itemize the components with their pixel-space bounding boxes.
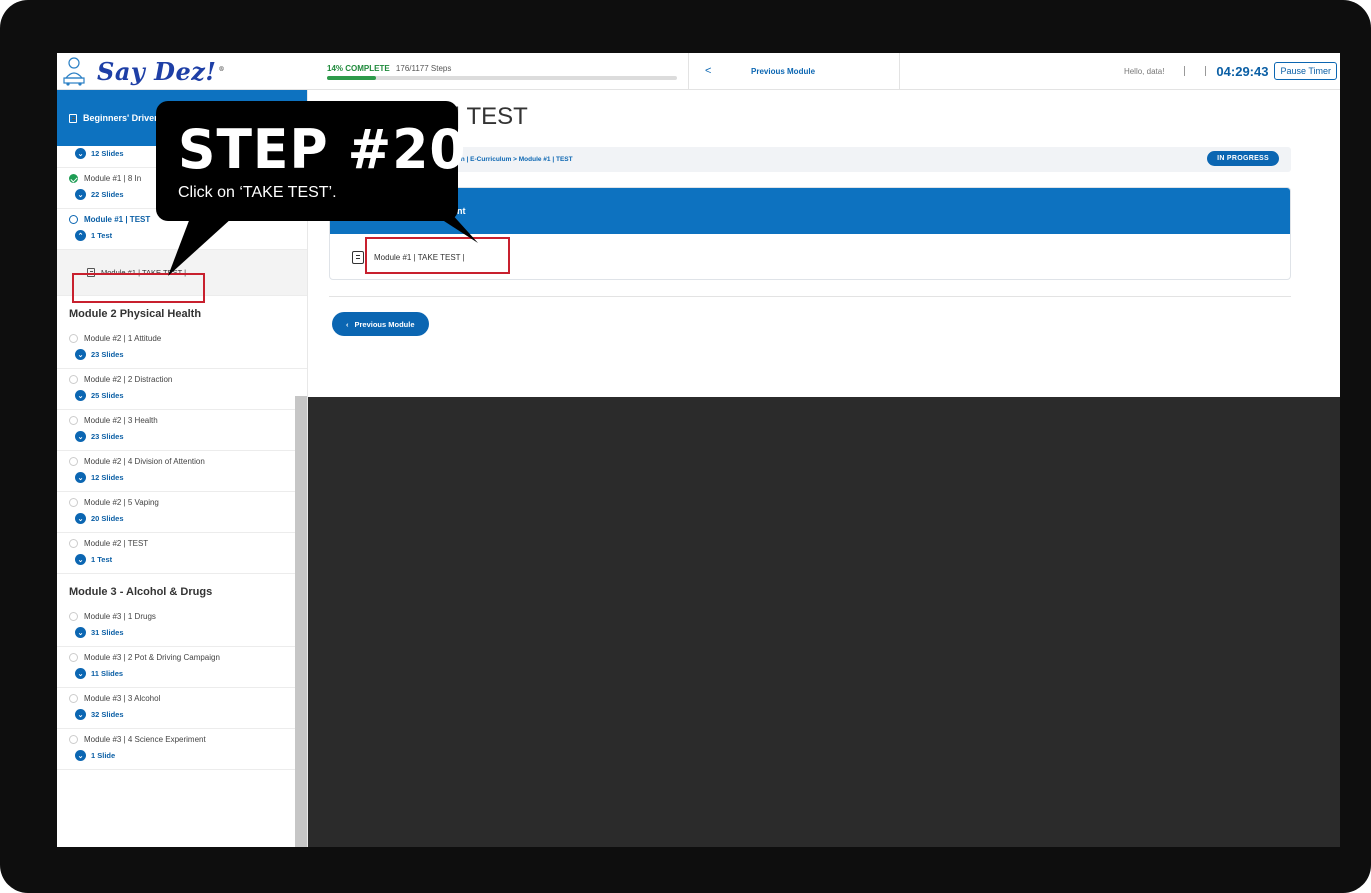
device-frame: Say Dez! ® 14% COMPLETE 176/1177 Steps < …: [0, 0, 1371, 893]
step-description: Click on ‘TAKE TEST’.: [178, 184, 337, 201]
step-title: STEP #20: [178, 118, 467, 182]
